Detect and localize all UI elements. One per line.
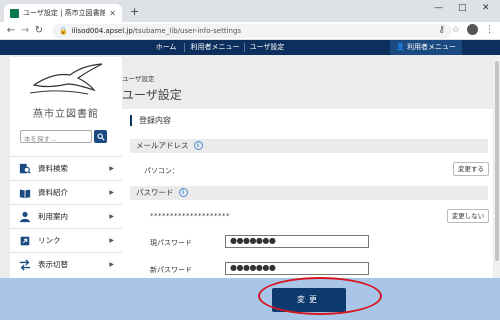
info-icon[interactable]: i [193,141,203,150]
page-title: ユーザ設定 [122,88,182,102]
chevron-right-icon: ▶ [109,237,114,244]
library-name: 燕市立図書館 [33,109,99,120]
sidebar-menu: 資料検索 ▶ 資料紹介 ▶ 利用案内 ▶ リンク ▶ 表示切替 ▶ [10,156,122,276]
no-change-password-button[interactable]: 変更しない [447,209,489,223]
browser-tab[interactable]: ユーザ設定 | 燕市立図書館 ✕ [4,4,122,22]
favicon-icon [10,8,19,18]
open-book-icon [18,186,32,200]
scrollbar-thumb[interactable] [495,61,499,261]
sidebar-item-material-search[interactable]: 資料検索 ▶ [10,156,122,180]
kebab-menu-icon[interactable]: ⋮ [485,25,494,35]
url-path: /tsubame_lib/user-info-settings [132,26,242,35]
person-icon [18,210,32,224]
key-icon[interactable]: ⚷ [438,25,445,35]
forward-arrow-icon[interactable]: → [18,25,32,36]
sidebar-item-links[interactable]: リンク ▶ [10,228,122,252]
bottom-action-bar: 変更 [0,278,500,320]
scrollbar[interactable] [494,55,500,278]
nav-home[interactable]: ホーム [150,40,182,55]
sidebar-item-material-intro[interactable]: 資料紹介 ▶ [10,180,122,204]
section-title: 登録内容 [130,115,171,126]
sidebar: 燕市立図書館 本を探す… 資料検索 ▶ 資料紹介 ▶ 利用案内 ▶ リンク ▶ … [10,57,122,315]
maximize-icon[interactable]: □ [458,3,467,13]
link-icon [18,234,32,248]
sidebar-item-usage-guide[interactable]: 利用案内 ▶ [10,204,122,228]
nav-divider [184,43,185,52]
bookmark-star-icon[interactable]: ☆ [452,25,460,35]
page: ホーム 利用者メニュー ユーザ設定 👤 利用者メニュー 燕市立図書館 本を探す… [0,40,500,320]
info-icon[interactable]: i [178,188,188,197]
tab-title: ユーザ設定 | 燕市立図書館 [23,9,106,17]
email-section-header: メールアドレス i [130,139,488,153]
email-header-label: メールアドレス [136,141,189,150]
chevron-right-icon: ▶ [109,189,114,196]
submit-change-button[interactable]: 変更 [272,288,346,312]
user-icon: 👤 [396,43,405,51]
sidebar-item-label: 資料紹介 [38,188,68,197]
url-field[interactable]: 🔒 ilisod004.apsel.jp /tsubame_lib/user-i… [52,23,452,38]
change-email-button[interactable]: 変更する [453,162,489,176]
back-arrow-icon[interactable]: ← [4,25,18,36]
new-password-input[interactable]: ●●●●●●● [225,262,369,275]
new-tab-button[interactable]: + [130,5,139,18]
browser-tab-bar: ユーザ設定 | 燕市立図書館 ✕ + — □ ✕ [0,0,500,22]
current-password-input[interactable]: ●●●●●●● [225,235,369,248]
minimize-icon[interactable]: — [434,3,443,13]
url-host: ilisod004.apsel.jp [71,26,133,35]
search-input[interactable]: 本を探す… [20,130,92,143]
tab-close-icon[interactable]: ✕ [109,9,116,18]
search-button[interactable] [94,130,107,143]
sidebar-item-label: 表示切替 [38,260,68,269]
window-close-icon[interactable]: ✕ [482,3,490,13]
address-bar: ← → ↻ 🔒 ilisod004.apsel.jp /tsubame_lib/… [0,22,500,40]
user-menu-button-label: 利用者メニュー [406,43,456,51]
lock-icon: 🔒 [59,26,68,35]
chevron-right-icon: ▶ [109,261,114,268]
current-password-label: 現パスワード [150,239,192,247]
reload-icon[interactable]: ↻ [32,25,46,36]
password-section-header: パスワード i [130,186,488,200]
nav-user-settings[interactable]: ユーザ設定 [248,40,286,55]
search-book-icon [18,162,32,176]
masked-password: ******************** [150,212,230,220]
top-navigation: ホーム 利用者メニュー ユーザ設定 👤 利用者メニュー [0,40,500,55]
chevron-right-icon: ▶ [109,165,114,172]
breadcrumb: ユーザ設定 [122,75,155,83]
nav-user-menu[interactable]: 利用者メニュー [188,40,242,55]
new-password-label: 新パスワード [150,266,192,274]
sidebar-item-label: リンク [38,236,61,245]
chevron-right-icon: ▶ [109,213,114,220]
search-form: 本を探す… [20,130,107,143]
switch-arrows-icon [18,258,32,272]
sidebar-item-display-switch[interactable]: 表示切替 ▶ [10,252,122,276]
search-icon [96,132,105,141]
sidebar-item-label: 利用案内 [38,212,68,221]
library-logo-swallow-icon[interactable] [28,63,106,97]
user-menu-button[interactable]: 👤 利用者メニュー [390,40,462,55]
pc-email-label: パソコン： [144,167,179,175]
profile-avatar-icon[interactable] [467,24,478,35]
password-header-label: パスワード [136,188,174,197]
sidebar-item-label: 資料検索 [38,164,68,173]
nav-divider [244,43,245,52]
